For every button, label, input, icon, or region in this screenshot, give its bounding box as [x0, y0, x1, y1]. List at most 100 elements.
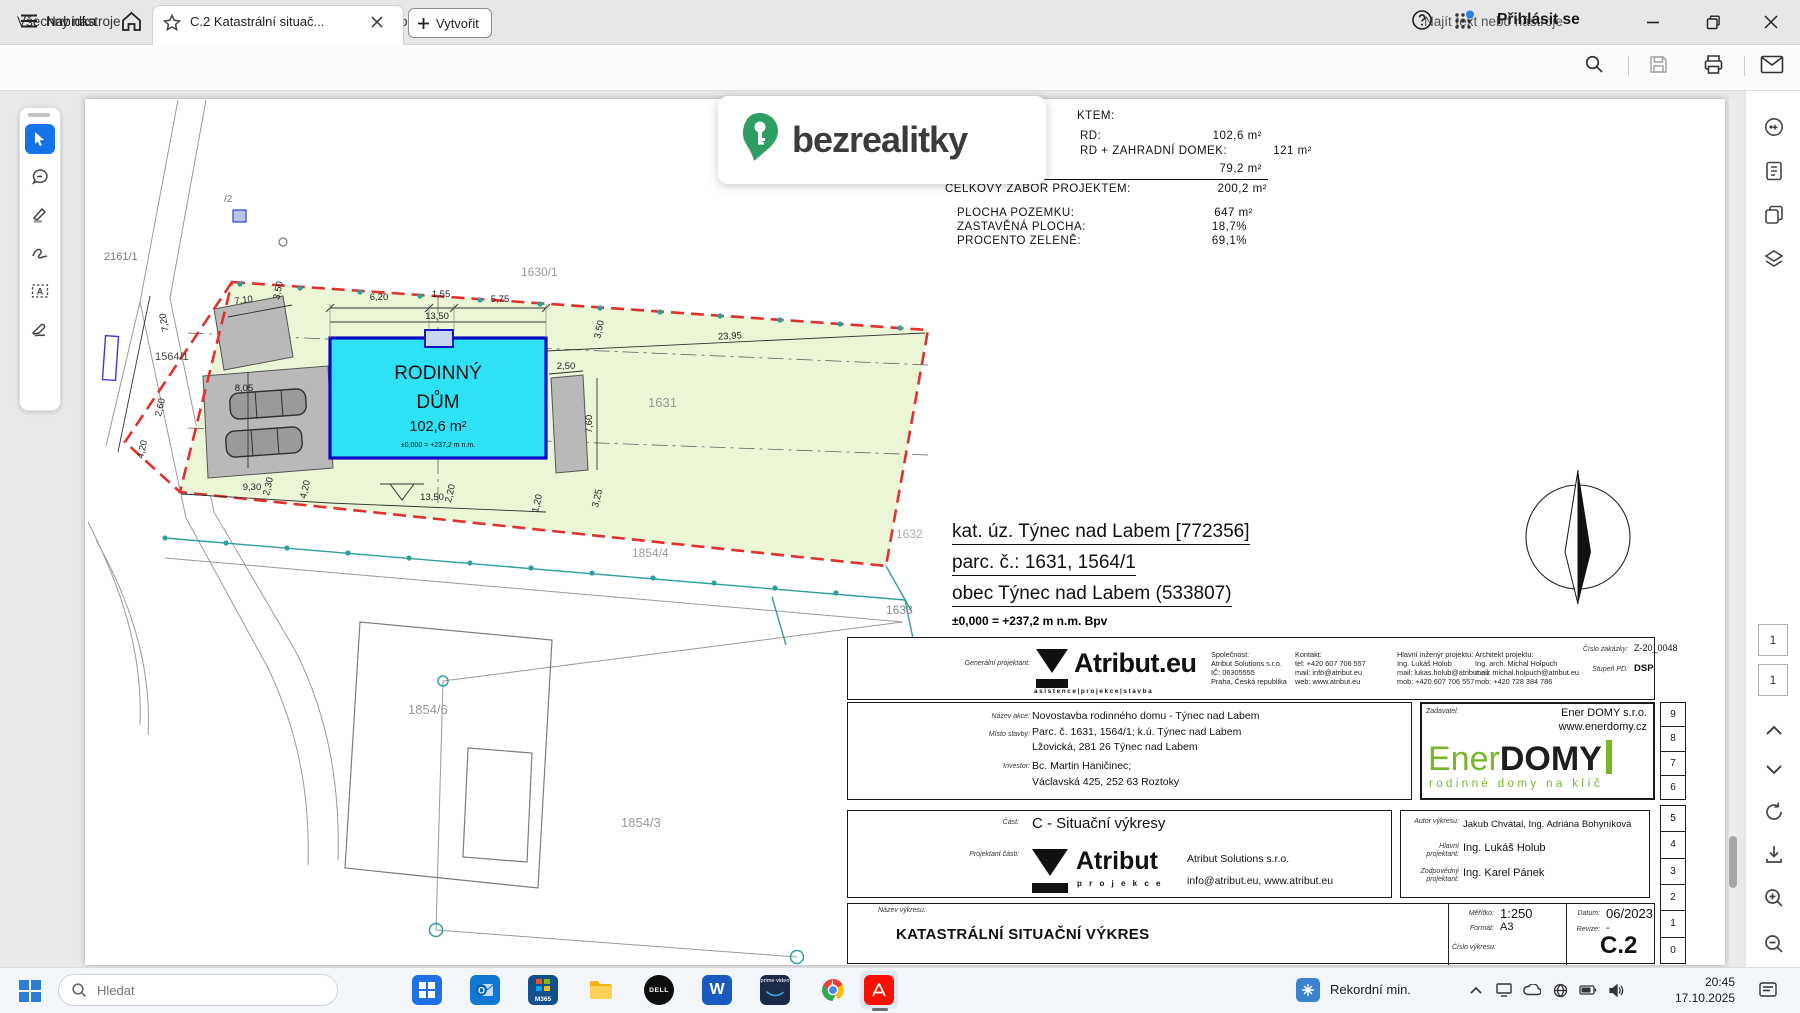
tb-divider: [1448, 904, 1449, 965]
tab-title[interactable]: C.2 Katastrální situač...: [190, 14, 360, 29]
home-icon[interactable]: [120, 10, 143, 38]
close-button[interactable]: [1758, 12, 1784, 32]
weather-label[interactable]: Rekordní min.: [1330, 982, 1411, 997]
file-explorer-icon[interactable]: [586, 975, 616, 1005]
dimension-label: 6,20: [370, 292, 389, 303]
pages-panel-icon[interactable]: [1762, 203, 1786, 227]
vertical-scrollbar-thumb[interactable]: [1729, 836, 1737, 888]
m365-label: M365: [534, 995, 552, 1003]
part-contact: info@atribut.eu, www.atribut.eu: [1187, 875, 1334, 887]
star-icon[interactable]: [162, 13, 182, 37]
client-web: www.enerdomy.cz: [1558, 721, 1647, 733]
part-value: C - Situační výkresy: [1032, 815, 1166, 832]
email-icon[interactable]: [1760, 55, 1784, 79]
taskbar-search-input[interactable]: [95, 981, 299, 999]
m365-copilot-icon[interactable]: M365: [528, 975, 558, 1005]
atribut-logo-text: Atribut.eu: [1074, 648, 1197, 678]
dimension-label: 13,50: [425, 311, 449, 322]
display-tray-icon[interactable]: [1494, 981, 1514, 999]
search-icon[interactable]: [1584, 54, 1604, 79]
part-company: Atribut Solutions s.r.o.: [1187, 853, 1290, 865]
volume-tray-icon[interactable]: [1606, 981, 1626, 999]
datum-line: ±0,000 = +237,2 m n.m. Bpv: [952, 614, 1108, 628]
summary-value: 102,6 m²: [1212, 130, 1262, 142]
house-name-line2: DŮM: [416, 391, 459, 413]
bookmarks-panel-icon[interactable]: [1762, 159, 1786, 183]
parcel-label: 2161/1: [104, 251, 138, 263]
minimize-button[interactable]: [1640, 12, 1666, 32]
export-pdf-icon[interactable]: [1762, 842, 1786, 866]
ai-assistant-icon[interactable]: [1762, 115, 1786, 139]
enerdomy-logo: EnerDOMY: [1428, 736, 1612, 779]
sum-rule: [1043, 179, 1268, 180]
site-label: Místo stavby:: [988, 731, 1030, 738]
previous-page-icon[interactable]: [1762, 718, 1786, 742]
general-designer-label: Generální projektant:: [964, 660, 1030, 667]
summary-value: 79,2 m²: [1219, 163, 1262, 175]
menu-nabidka[interactable]: Nabídka: [46, 14, 96, 29]
prime-video-icon[interactable]: prime video: [760, 975, 790, 1005]
taskbar-clock[interactable]: 20:45 17.10.2025: [1655, 974, 1735, 1006]
parcel-label: 1632: [896, 527, 923, 541]
parcel-label: 1630/1: [521, 265, 558, 279]
m365-app-icon[interactable]: [412, 975, 442, 1005]
dell-label: DELL: [649, 986, 669, 994]
hamburger-menu-icon[interactable]: [20, 13, 38, 34]
action-name-label: Název akce:: [991, 713, 1030, 720]
responsible-designer-value: Ing. Karel Pánek: [1463, 867, 1545, 879]
summary-header: KTEM:: [1077, 110, 1115, 122]
zoom-in-icon[interactable]: [1762, 886, 1786, 910]
battery-tray-icon[interactable]: [1578, 981, 1598, 999]
rotate-page-icon[interactable]: [1762, 800, 1786, 824]
author-label: Autor výkresu:: [1414, 818, 1459, 825]
chrome-icon[interactable]: [818, 975, 848, 1005]
next-page-icon[interactable]: [1762, 758, 1786, 782]
drawing-name-label: Název výkresu:: [878, 907, 926, 914]
cadastre-line1: kat. úz. Týnec nad Labem [772356]: [952, 521, 1250, 545]
revision-label: Revize:: [1576, 926, 1600, 933]
tab-close-icon[interactable]: [370, 15, 384, 34]
ruler-digit: 5: [1670, 813, 1676, 825]
text-box-tool-button[interactable]: A: [25, 276, 55, 306]
plus-icon: [418, 17, 429, 29]
save-icon[interactable]: [1648, 54, 1669, 80]
scale-label: Měřítko:: [1468, 910, 1494, 917]
chief-designer-label: Hlavní projektant:: [1426, 843, 1459, 859]
word-icon[interactable]: W: [702, 975, 732, 1005]
hidden-icons-chevron[interactable]: [1466, 981, 1486, 999]
investor-line: Bc. Martin Haničinec;: [1032, 760, 1132, 772]
outlook-icon[interactable]: O: [470, 975, 500, 1005]
ruler-digit: 2: [1661, 883, 1685, 910]
sign-in-button[interactable]: Přihlásit se: [1497, 11, 1580, 29]
onedrive-tray-icon[interactable]: [1522, 981, 1542, 999]
start-button[interactable]: [18, 979, 42, 1008]
create-button[interactable]: Vytvořit: [408, 8, 492, 38]
ruler-digit: 4: [1661, 831, 1685, 857]
dell-icon[interactable]: DELL: [644, 975, 674, 1005]
weather-icon[interactable]: [1296, 978, 1320, 1002]
page-number-box[interactable]: 1: [1758, 664, 1788, 696]
apps-grid-icon[interactable]: [1452, 9, 1476, 38]
notifications-icon[interactable]: [1758, 980, 1778, 1005]
drawing-name-value: KATASTRÁLNÍ SITUAČNÍ VÝKRES: [896, 926, 1150, 943]
help-icon[interactable]: [1410, 8, 1434, 37]
summary-value: 200,2 m²: [1217, 183, 1267, 195]
page-thumbnail-1[interactable]: 1: [1758, 624, 1788, 656]
acrobat-icon[interactable]: [864, 975, 894, 1005]
prime-video-label: prime video: [760, 977, 790, 984]
sign-tool-button[interactable]: [25, 314, 55, 344]
draw-tool-button[interactable]: [25, 238, 55, 268]
summary-value: 121 m²: [1273, 145, 1312, 157]
network-tray-icon[interactable]: [1550, 981, 1570, 999]
highlight-tool-button[interactable]: [25, 200, 55, 230]
zoom-out-icon[interactable]: [1762, 932, 1786, 956]
restore-button[interactable]: [1700, 12, 1726, 32]
select-tool-button[interactable]: [25, 124, 55, 154]
enerdomy-tagline: rodinné domy na klíč: [1429, 778, 1604, 790]
taskbar-search[interactable]: [58, 974, 338, 1006]
layers-panel-icon[interactable]: [1762, 247, 1786, 271]
comment-tool-button[interactable]: [25, 162, 55, 192]
toolbar-drag-handle[interactable]: [28, 113, 50, 117]
print-icon[interactable]: [1702, 53, 1725, 81]
author-value: Jakub Chvátal, Ing. Adriána Bohyníková: [1463, 819, 1632, 830]
